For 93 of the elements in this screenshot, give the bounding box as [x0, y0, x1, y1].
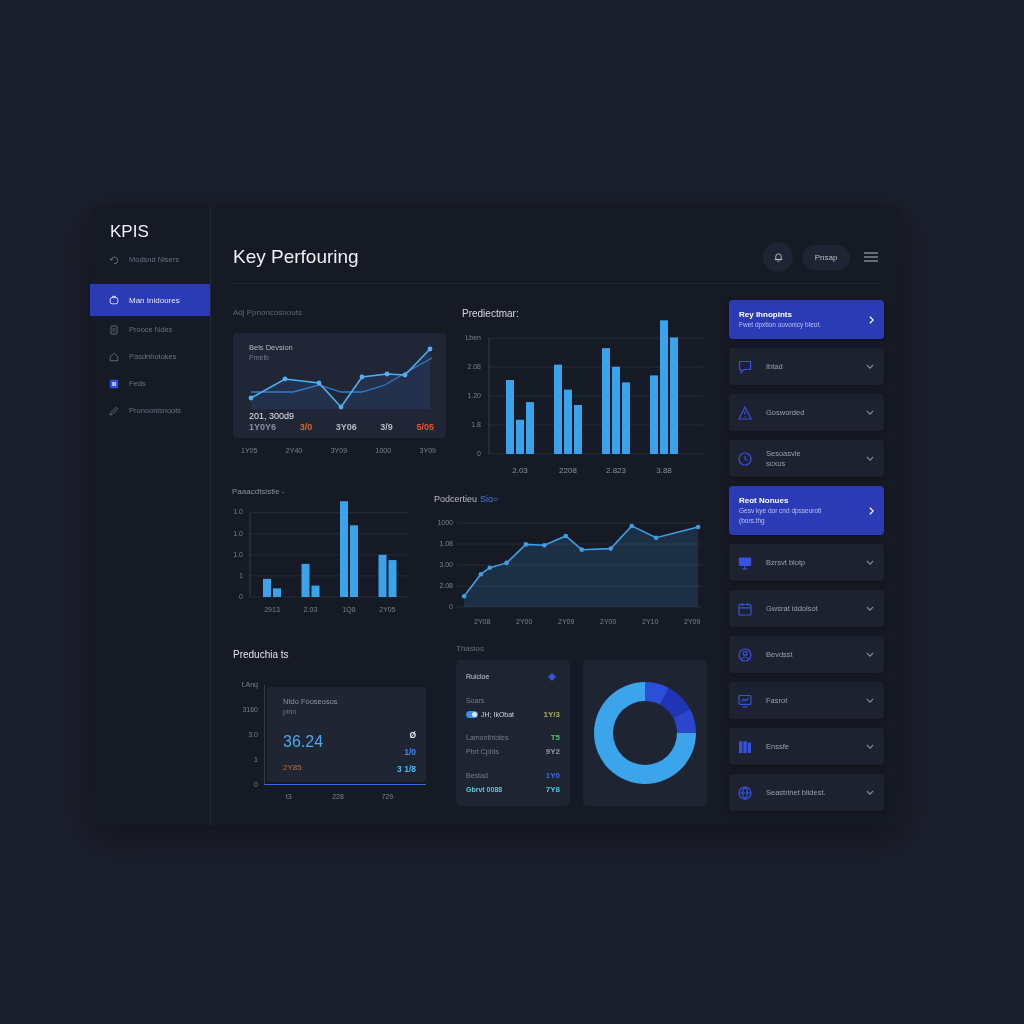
sidebar-item[interactable]: Man Inidoures: [90, 284, 210, 316]
data-point: [282, 376, 288, 382]
chart-title: Prediectmar:: [462, 308, 520, 320]
bar: [388, 560, 397, 597]
bar: [273, 588, 281, 597]
bar: [263, 578, 271, 597]
globe-icon: [738, 785, 752, 800]
summary-value: 1Y/3: [543, 709, 560, 720]
screen-icon: [738, 693, 752, 708]
data-point: [461, 594, 467, 599]
summary-value: 1Y0: [545, 770, 560, 781]
data-point: [384, 371, 390, 377]
arrow-icon: [109, 254, 119, 265]
data-point: [338, 404, 344, 410]
pencil-icon: [109, 405, 119, 416]
calendar-icon: [738, 601, 752, 616]
figure-value: 3/9: [380, 422, 393, 432]
warning-icon: [738, 405, 752, 420]
data-point: [563, 533, 569, 539]
figure-value: 3Y06: [335, 422, 357, 432]
axis-label: 2.823: [606, 466, 626, 476]
summary-value: T5: [550, 733, 560, 744]
stat-figure: 1/0: [404, 747, 416, 757]
notification-button[interactable]: [763, 242, 793, 272]
summary-value: 9Y2: [545, 747, 560, 758]
chevron-down-icon: [866, 606, 874, 611]
action-button[interactable]: Pnsap: [802, 244, 850, 270]
section-title: Adj Ppnoncosnouts: [233, 308, 303, 318]
data-point: [523, 542, 529, 547]
stat-change: 2Y85: [283, 763, 302, 773]
bar: [350, 525, 358, 597]
chevron-down-icon: [866, 744, 874, 749]
data-point: [487, 565, 493, 571]
summary-value: 7Y8: [545, 784, 560, 795]
data-point: [504, 560, 509, 566]
diamond-icon: [548, 673, 556, 681]
data-point: [695, 524, 701, 530]
document-icon: [109, 324, 119, 335]
monitor-icon: [738, 555, 752, 570]
page-title: Key Perfouring: [233, 246, 360, 268]
section-title: Preduchia ts: [233, 650, 290, 660]
chevron-down-icon: [866, 790, 874, 795]
figure-value: 3/0: [299, 422, 313, 432]
bar: [564, 389, 572, 454]
app-title: KPIS: [109, 222, 150, 242]
chevron-right-icon: [869, 315, 874, 324]
section-title: Thasios: [456, 644, 485, 654]
chevron-down-icon: [866, 698, 874, 703]
chevron-down-icon: [866, 364, 874, 369]
data-point: [653, 535, 659, 540]
axis-label: 2.03: [512, 466, 528, 476]
chart-title: Paaacdtsistie -: [231, 487, 286, 497]
chart-tag: Sio=: [480, 494, 499, 504]
axis-label: 3.88: [656, 466, 672, 476]
chart-title: Podcertieu: [434, 494, 478, 504]
data-point: [248, 395, 254, 401]
data-point: [427, 346, 433, 352]
menu-icon: [864, 252, 878, 262]
figure-value: 5/05: [416, 422, 434, 432]
clock-icon: [738, 451, 752, 466]
total-value: 201, 300d9: [249, 411, 295, 421]
home-icon: [109, 351, 119, 362]
data-point: [478, 571, 484, 577]
books-icon: [738, 739, 752, 754]
menu-button[interactable]: [864, 252, 878, 262]
data-point: [359, 374, 365, 380]
square-icon: [109, 378, 119, 389]
bar: [378, 554, 387, 597]
toggle-switch[interactable]: [466, 711, 478, 719]
chevron-down-icon: [866, 410, 874, 415]
stat-figure: Ø: [409, 730, 416, 740]
chevron-down-icon: [866, 456, 874, 461]
bar: [516, 419, 524, 454]
stat-figure: 3 1/8: [397, 764, 416, 774]
chevron-down-icon: [866, 560, 874, 565]
axis-label: 2208: [559, 466, 577, 476]
bar: [622, 382, 630, 454]
bar: [526, 402, 534, 454]
user-circle-icon: [738, 647, 752, 662]
chat-bubble-icon: [738, 359, 752, 374]
data-point: [579, 547, 585, 552]
bell-icon: [773, 252, 783, 262]
bag-icon: [109, 295, 119, 305]
stat-value: 36.24: [283, 733, 324, 751]
chevron-right-icon: [869, 506, 874, 515]
data-point: [402, 372, 408, 378]
data-point: [542, 542, 547, 548]
figure-value: 1Y0Y6: [249, 422, 277, 432]
data-point: [629, 523, 634, 529]
data-point: [608, 546, 613, 551]
data-point: [316, 380, 322, 386]
chevron-down-icon: [866, 652, 874, 657]
bar: [574, 405, 582, 454]
